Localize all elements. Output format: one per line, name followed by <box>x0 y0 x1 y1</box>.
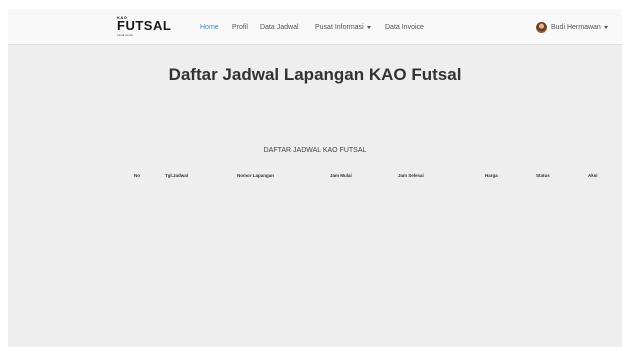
column-header-tgl-jadwal: Tgl.Jadwal <box>165 173 189 178</box>
brand-name: FUTSAL <box>117 18 172 33</box>
nav-profil[interactable]: Profil <box>232 23 248 32</box>
column-header-aksi: Aksi <box>588 173 598 178</box>
user-avatar <box>536 22 547 33</box>
page-title: Daftar Jadwal Lapangan KAO Futsal <box>168 65 462 84</box>
navbar: KAO FUTSAL futsal center Home Profil Dat… <box>8 9 622 45</box>
column-header-jam-selesai: Jam Selesai <box>398 173 424 178</box>
table-caption: DAFTAR JADWAL KAO FUTSAL <box>263 147 367 154</box>
brand-tagline: futsal center <box>117 33 134 37</box>
user-name: Budi Hermawan <box>551 24 601 31</box>
nav-home[interactable]: Home <box>200 23 219 32</box>
column-header-harga: Harga <box>485 173 498 178</box>
column-header-status: Status <box>536 173 550 178</box>
nav-pusat-informasi-label: Pusat Informasi <box>315 24 364 31</box>
brand-logo[interactable]: KAO FUTSAL futsal center <box>117 16 175 38</box>
nav-data-invoice[interactable]: Data Invoice <box>385 23 424 32</box>
nav-data-jadwal[interactable]: Data Jadwal <box>260 23 299 32</box>
column-header-no: No <box>134 173 140 178</box>
column-header-nomor-lapangan: Nomor Lapangan <box>237 173 275 178</box>
user-menu[interactable]: Budi Hermawan <box>551 23 608 32</box>
page-container: KAO FUTSAL futsal center Home Profil Dat… <box>8 9 622 347</box>
chevron-down-icon <box>603 25 608 29</box>
column-header-jam-mulai: Jam Mulai <box>330 173 352 178</box>
nav-pusat-informasi[interactable]: Pusat Informasi <box>315 23 371 32</box>
chevron-down-icon <box>366 25 371 29</box>
